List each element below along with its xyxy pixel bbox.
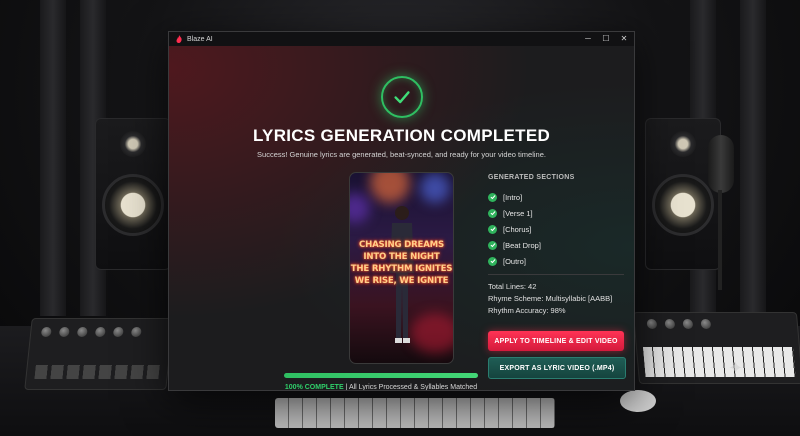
flame-icon	[176, 35, 182, 43]
sparkle-icon: ✦	[728, 358, 744, 378]
maximize-button[interactable]: ☐	[602, 32, 610, 46]
pad-row	[34, 365, 160, 379]
section-label: [Verse 1]	[503, 208, 533, 218]
knob	[682, 319, 694, 329]
tweeter	[120, 131, 146, 157]
studio-monitor-left	[95, 118, 171, 270]
knob	[112, 327, 124, 337]
microphone	[708, 135, 734, 193]
wall-panel	[40, 0, 66, 316]
stage-light	[370, 173, 410, 203]
check-icon	[488, 224, 497, 234]
lyrics-stats: Total Lines: 42 Rhyme Scheme: Multisylla…	[488, 281, 612, 317]
progress-bar	[284, 373, 478, 378]
knob	[130, 327, 142, 337]
lyric-line: WE RISE, WE IGNITE	[354, 276, 449, 286]
woofer	[652, 174, 714, 236]
knob	[94, 327, 106, 337]
computer-keyboard	[275, 398, 555, 428]
sections-heading: GENERATED SECTIONS	[488, 174, 575, 181]
lyric-line: INTO THE NIGHT	[363, 252, 440, 262]
stage-light	[350, 193, 370, 223]
knob	[76, 327, 88, 337]
section-item: [Chorus]	[488, 221, 541, 237]
export-lyric-video-button[interactable]: EXPORT AS LYRIC VIDEO (.MP4)	[488, 357, 626, 379]
close-button[interactable]: ✕	[620, 32, 628, 46]
lyric-video-preview[interactable]: CHASING DREAMS INTO THE NIGHT THE RHYTHM…	[349, 172, 454, 364]
rhythm-accuracy: Rhythm Accuracy: 98%	[488, 306, 566, 315]
app-window: Blaze AI ─ ☐ ✕ LYRICS GENERATION COMPLET…	[168, 31, 635, 391]
rhyme-scheme: Rhyme Scheme: Multisyllabic [AABB]	[488, 294, 613, 303]
mic-stand	[718, 190, 722, 290]
minimize-button[interactable]: ─	[584, 32, 592, 46]
page-title: LYRICS GENERATION COMPLETED	[252, 126, 551, 145]
window-controls: ─ ☐ ✕	[584, 32, 628, 46]
progress-status: 100% COMPLETE | All Lyrics Processed & S…	[284, 384, 478, 391]
lyric-line: THE RHYTHM IGNITES	[350, 264, 453, 274]
section-label: [Beat Drop]	[503, 240, 541, 250]
generated-sections-list: [Intro] [Verse 1] [Chorus] [Beat Drop] […	[488, 189, 541, 269]
woofer	[102, 174, 164, 236]
checkmark-icon	[394, 91, 410, 104]
keyboard-synth	[632, 312, 800, 384]
tweeter	[670, 131, 696, 157]
section-item: [Beat Drop]	[488, 237, 541, 253]
total-lines: Total Lines: 42	[488, 282, 537, 291]
app-title: Blaze AI	[187, 35, 213, 43]
check-icon	[488, 192, 497, 202]
knob	[646, 319, 658, 329]
progress-fill	[284, 373, 478, 378]
lyric-overlay: CHASING DREAMS INTO THE NIGHT THE RHYTHM…	[350, 239, 453, 287]
page-subtitle: Success! Genuine lyrics are generated, b…	[257, 150, 546, 159]
apply-to-timeline-button[interactable]: APPLY TO TIMELINE & EDIT VIDEO	[488, 331, 624, 351]
knob	[40, 327, 52, 337]
section-label: [Outro]	[503, 256, 526, 266]
knob	[58, 327, 70, 337]
section-item: [Outro]	[488, 253, 541, 269]
progress-detail: | All Lyrics Processed & Syllables Match…	[343, 384, 478, 391]
computer-mouse	[620, 390, 656, 412]
divider	[488, 274, 624, 275]
check-icon	[488, 208, 497, 218]
check-icon	[488, 240, 497, 250]
section-item: [Verse 1]	[488, 205, 541, 221]
lyric-line: CHASING DREAMS	[359, 240, 444, 250]
piano-keys	[642, 347, 796, 377]
section-label: [Chorus]	[503, 224, 532, 234]
section-item: [Intro]	[488, 189, 541, 205]
section-label: [Intro]	[503, 192, 523, 202]
stage-light	[420, 173, 450, 203]
wall-panel	[740, 0, 766, 316]
check-icon	[488, 256, 497, 266]
title-bar[interactable]: Blaze AI ─ ☐ ✕	[169, 32, 634, 46]
knob	[700, 319, 712, 329]
progress-percent: 100% COMPLETE	[284, 384, 344, 391]
knob	[664, 319, 676, 329]
drum-machine	[24, 318, 174, 390]
check-circle-icon	[381, 76, 423, 118]
